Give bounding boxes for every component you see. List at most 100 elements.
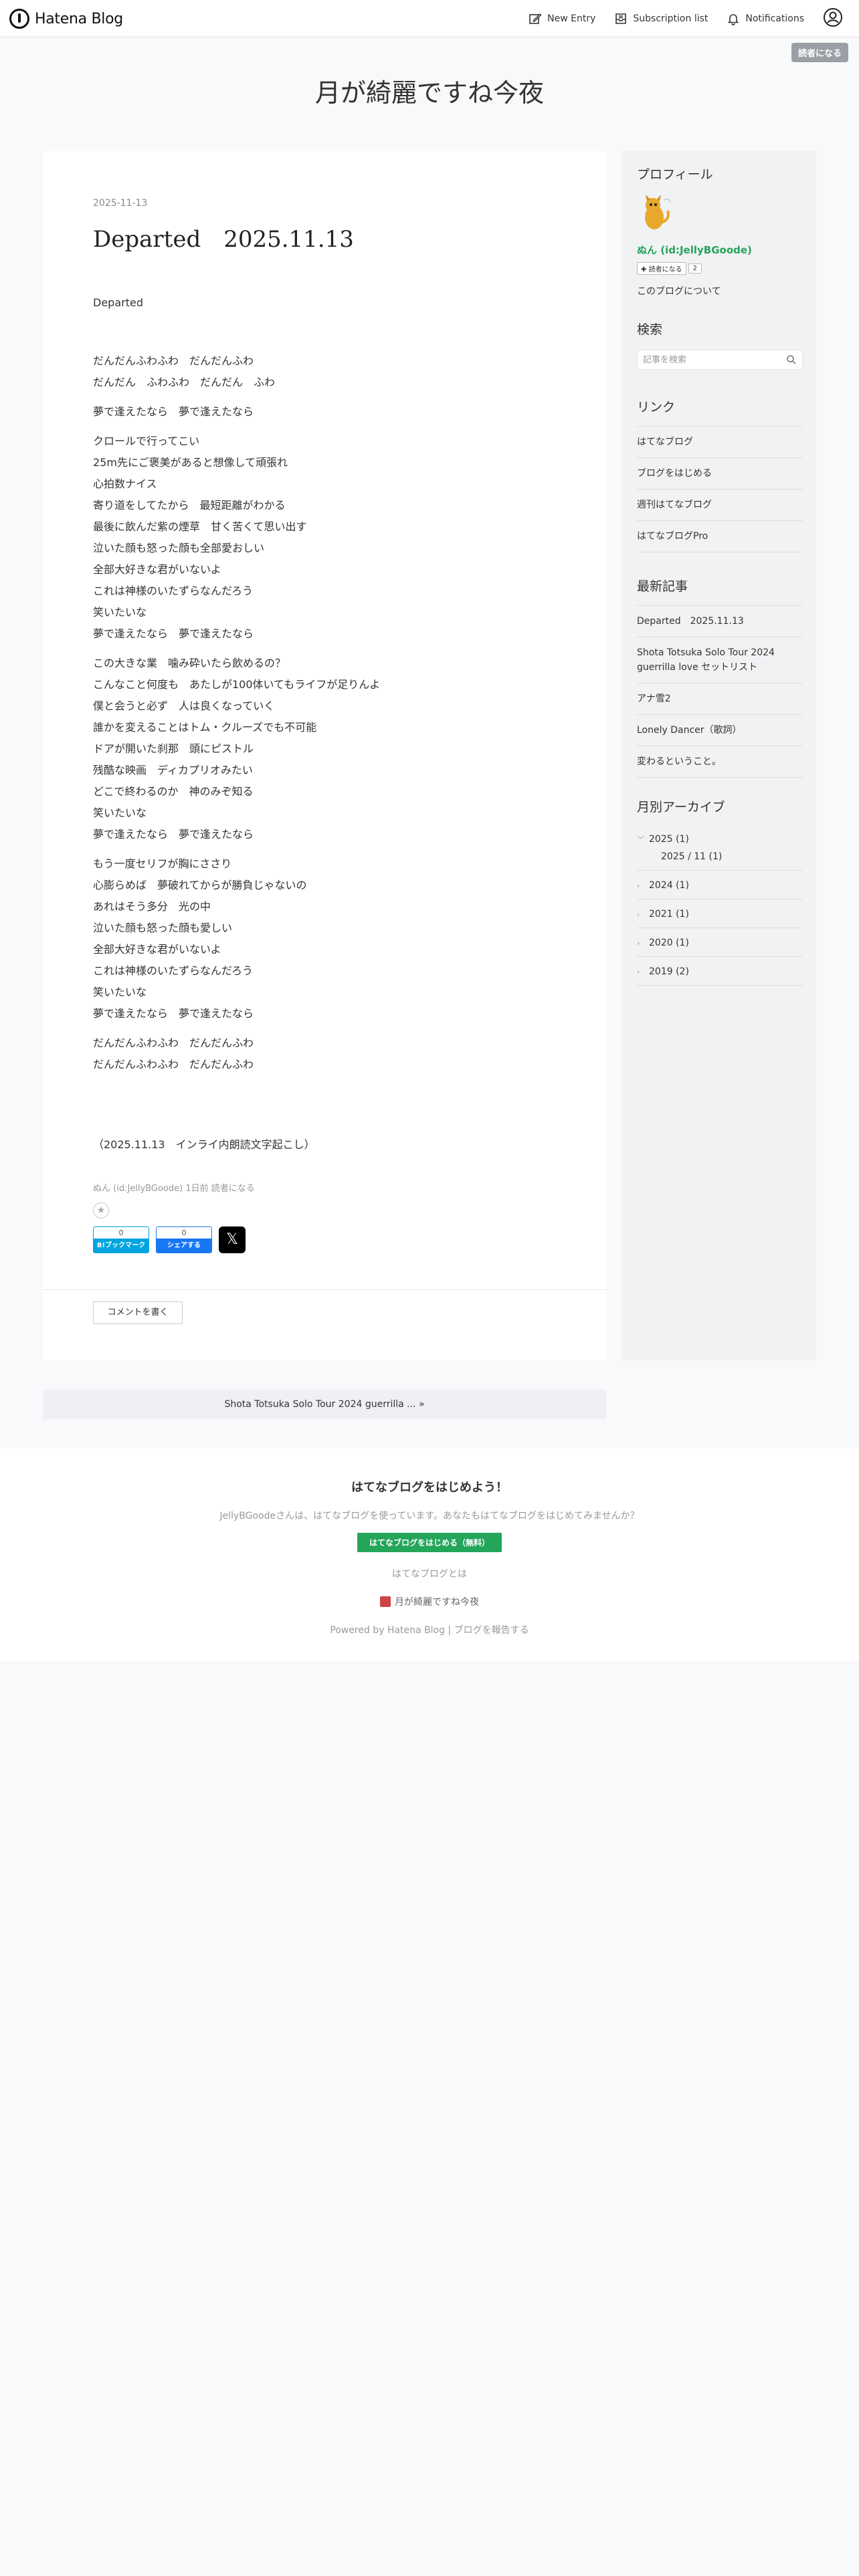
add-star-button[interactable]: ★ — [93, 1202, 109, 1218]
blog-title[interactable]: 月が綺麗ですね今夜 — [0, 72, 859, 109]
new-entry-label: New Entry — [547, 13, 596, 24]
avatar[interactable] — [637, 193, 673, 235]
entry-author-link[interactable]: ぬん (id:JellyBGoode) — [93, 1184, 183, 1194]
hatena-blog-logo[interactable]: Hatena Blog — [9, 8, 123, 29]
recent-entry-link[interactable]: 変わるということ。 — [637, 746, 803, 778]
archive-list: ﹀ 2025 (1) 2025 / 11 (1) › 2024 (1) › 2021 … — [637, 825, 803, 986]
archive-year-label[interactable]: 2021 (1) — [649, 909, 689, 920]
new-entry-button[interactable]: New Entry — [529, 12, 595, 25]
lyric-line: あれはそう多分 光の中 — [93, 900, 211, 913]
archive-year-2020[interactable]: › 2020 (1) — [637, 928, 803, 957]
recent-entry-link[interactable]: Shota Totsuka Solo Tour 2024 guerrilla l… — [637, 637, 803, 683]
profile-subscribe-button[interactable]: ✚ 読者になる — [637, 262, 686, 275]
archive-year-label[interactable]: 2024 (1) — [649, 880, 689, 891]
notifications-label: Notifications — [745, 13, 804, 24]
lyric-line: 誰かを変えることはトム・クルーズでも不可能 — [93, 721, 317, 734]
footer-blog-name[interactable]: 月が綺麗ですね今夜 — [395, 1595, 479, 1608]
lyric-line: どこで終わるのか 神のみぞ知る — [93, 785, 254, 798]
hatena-bookmark-button[interactable]: 0 B!ブックマーク — [93, 1226, 149, 1253]
facebook-share-button[interactable]: 0 シェアする — [156, 1226, 212, 1253]
inbox-icon — [615, 13, 627, 24]
recent-entry-link[interactable]: アナ雪2 — [637, 683, 803, 715]
global-nav: New Entry Subscription list Notification… — [529, 0, 859, 37]
subscription-list-button[interactable]: Subscription list — [614, 12, 708, 25]
lyric-line: 寄り道をしてたから 最短距離がわかる — [93, 499, 286, 512]
lyric-line: 夢で逢えたなら 夢で逢えたなら — [93, 828, 254, 841]
link-hatena-blog-pro[interactable]: はてなブログPro — [637, 521, 803, 552]
about-blog-link[interactable]: このブログについて — [637, 284, 803, 298]
hatena-bookmark-label: B!ブックマーク — [94, 1239, 149, 1253]
entry-date[interactable]: 2025-11-13 — [93, 198, 555, 209]
lyric-line: 僕と会うと必ず 人は良くなっていく — [93, 700, 275, 712]
archive-year-2025[interactable]: ﹀ 2025 (1) 2025 / 11 (1) — [637, 825, 803, 871]
lyric-line: 泣いた顔も怒った顔も全部愛おしい — [93, 542, 265, 554]
lyric-line: 最後に飲んだ紫の煙草 甘く苦くて思い出す — [93, 520, 307, 533]
lyric-line: だんだんふわふわ だんだんふわ — [93, 1037, 254, 1049]
link-weekly-hatena[interactable]: 週刊はてなブログ — [637, 490, 803, 521]
start-blog-button[interactable]: はてなブログをはじめる（無料） — [357, 1533, 502, 1552]
blog-favicon-icon — [380, 1596, 391, 1607]
lyric-line: 心膨らめば 夢破れてからが勝負じゃないの — [93, 879, 307, 891]
links-title: リンク — [637, 400, 676, 415]
chevron-right-icon[interactable]: › — [637, 968, 649, 976]
about-hatena-blog-link[interactable]: はてなブログとは — [0, 1567, 859, 1580]
search-title: 検索 — [637, 322, 663, 337]
recent-entries-module: 最新記事 Departed 2025.11.13 Shota Totsuka S… — [637, 576, 803, 778]
x-share-button[interactable]: 𝕏 — [219, 1226, 246, 1253]
archive-year-label[interactable]: 2025 (1) — [649, 834, 689, 845]
lyric-line: これは神様のいたずらなんだろう — [93, 584, 254, 597]
archive-year-2019[interactable]: › 2019 (2) — [637, 957, 803, 986]
user-menu-button[interactable] — [823, 7, 843, 30]
entry-lead: Departed — [93, 296, 143, 309]
hatena-logo-icon — [9, 9, 29, 29]
lyric-line: 笑いたいな — [93, 986, 147, 998]
profile-subscribe-row: ✚ 読者になる 2 — [637, 262, 803, 275]
lyrics-paragraph: だんだんふわふわ だんだんふわ だんだんふわふわ だんだんふわ — [93, 1033, 555, 1075]
archive-module: 月別アーカイブ ﹀ 2025 (1) 2025 / 11 (1) › 2024 (1… — [637, 797, 803, 986]
recent-entries-title: 最新記事 — [637, 579, 688, 594]
powered-by-text[interactable]: Powered by Hatena Blog | ブログを報告する — [0, 1623, 859, 1636]
recent-entry-link[interactable]: Lonely Dancer（歌詞） — [637, 715, 803, 746]
lyric-line: 笑いたいな — [93, 606, 147, 619]
recent-entry-link[interactable]: Departed 2025.11.13 — [637, 606, 803, 637]
lyric-line: 残酷な映画 ディカプリオみたい — [93, 764, 253, 776]
lyric-line: もう一度セリフが胸にささり — [93, 857, 232, 870]
profile-title: プロフィール — [637, 167, 713, 182]
search-input[interactable] — [638, 350, 778, 369]
facebook-share-count: 0 — [157, 1227, 211, 1239]
write-comment-button[interactable]: コメントを書く — [93, 1301, 183, 1324]
profile-module: プロフィール ぬん (id:JellyBGoode) ✚ 読者になる 2 このブ… — [637, 165, 803, 298]
promo-description: JellyBGoodeさんは、はてなブログを使っています。あなたもはてなブログを… — [219, 1511, 640, 1521]
search-icon[interactable] — [786, 354, 797, 365]
archive-month-link[interactable]: 2025 / 11 (1) — [637, 851, 803, 862]
footer-blog-link[interactable]: 月が綺麗ですね今夜 — [0, 1595, 859, 1608]
footer-subscribe-link[interactable]: 読者になる — [211, 1184, 255, 1194]
subscribe-badge-button[interactable]: 読者になる — [791, 43, 848, 62]
links-list: はてなブログ ブログをはじめる 週刊はてなブログ はてなブログPro — [637, 426, 803, 552]
link-start-blog[interactable]: ブログをはじめる — [637, 458, 803, 490]
link-hatena-blog[interactable]: はてなブログ — [637, 427, 803, 458]
chevron-right-icon[interactable]: › — [637, 910, 649, 919]
entry-time-link[interactable]: 1日前 — [185, 1184, 208, 1194]
notifications-button[interactable]: Notifications — [727, 12, 804, 25]
archive-year-2024[interactable]: › 2024 (1) — [637, 871, 803, 899]
avatar-cat-icon — [645, 195, 671, 229]
plus-icon: ✚ — [641, 266, 647, 274]
archive-year-2021[interactable]: › 2021 (1) — [637, 899, 803, 928]
lyric-line: 泣いた顔も怒った顔も愛しい — [93, 922, 233, 934]
lyric-line: だんだんふわふわ だんだんふわ — [93, 354, 254, 367]
chevron-right-icon[interactable]: › — [637, 939, 649, 948]
lyric-line: こんなこと何度も あたしが100体いてもライフが足りんよ — [93, 678, 381, 691]
lyric-line: 夢で逢えたなら 夢で逢えたなら — [93, 627, 254, 640]
entry-title[interactable]: Departed 2025.11.13 — [93, 221, 555, 253]
logo-text: Hatena Blog — [35, 10, 123, 27]
archive-year-label[interactable]: 2019 (2) — [649, 966, 689, 977]
profile-subscribe-label: 読者になる — [648, 266, 682, 274]
lyric-line: これは神様のいたずらなんだろう — [93, 964, 254, 977]
profile-username-link[interactable]: ぬん (id:JellyBGoode) — [637, 243, 803, 257]
chevron-right-icon[interactable]: › — [637, 881, 649, 890]
chevron-down-icon[interactable]: ﹀ — [637, 834, 649, 845]
archive-year-label[interactable]: 2020 (1) — [649, 938, 689, 948]
lyric-line: この大きな業 噛み砕いたら飲めるの？ — [93, 657, 286, 669]
next-entry-pager[interactable]: Shota Totsuka Solo Tour 2024 guerrilla .… — [43, 1390, 606, 1419]
